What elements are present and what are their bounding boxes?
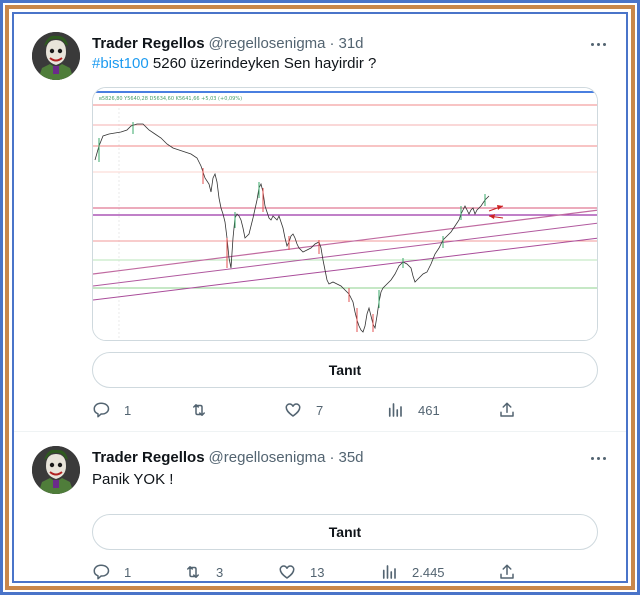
views-icon (380, 563, 398, 581)
reply-count: 1 (124, 564, 132, 580)
retweet-icon (190, 401, 208, 419)
separator-dot: · (329, 448, 335, 466)
reply-button[interactable]: 1 (92, 562, 132, 581)
chart-image[interactable]: ʙ5826,80 Y5640,28 D5634,60 K5641,66 +5,0… (92, 87, 598, 341)
author-handle[interactable]: @regellosenigma (209, 449, 326, 466)
timestamp[interactable]: 31d (339, 35, 364, 52)
promote-button[interactable]: Tanıt (92, 514, 598, 550)
tweet-header: Trader Regellos @regellosenigma · 35d (92, 447, 364, 467)
chart-ohlc-header: ʙ5826,80 Y5640,28 D5634,60 K5641,66 +5,0… (99, 96, 242, 102)
avatar[interactable] (32, 32, 80, 80)
views-count: 461 (418, 402, 440, 418)
share-button[interactable] (498, 562, 516, 581)
tweet[interactable]: Trader Regellos @regellosenigma · 31d #b… (14, 14, 626, 432)
like-button[interactable]: 13 (278, 562, 325, 581)
share-button[interactable] (498, 400, 516, 420)
tweet-feed: Trader Regellos @regellosenigma · 31d #b… (12, 12, 628, 583)
reply-button[interactable]: 1 (92, 400, 131, 420)
tweet-body: 5260 üzerindeyken Sen hayirdir ? (148, 55, 377, 72)
retweet-button[interactable]: 3 (184, 562, 224, 581)
separator-dot: · (329, 34, 335, 52)
author-name[interactable]: Trader Regellos (92, 35, 205, 52)
views-icon (386, 401, 404, 419)
share-icon (498, 563, 516, 581)
views-count: 2.445 (412, 564, 445, 580)
like-count: 7 (316, 402, 324, 418)
retweet-icon (184, 563, 202, 581)
author-handle[interactable]: @regellosenigma (209, 35, 326, 52)
retweet-button[interactable] (190, 400, 222, 420)
timestamp[interactable]: 35d (339, 449, 364, 466)
tweet-text: Panik YOK ! (92, 471, 173, 488)
tweet-actions: 1 7 461 (92, 400, 522, 420)
promote-button[interactable]: Tanıt (92, 352, 598, 388)
more-icon[interactable] (586, 34, 610, 54)
price-chart: ʙ5826,80 Y5640,28 D5634,60 K5641,66 +5,0… (93, 88, 597, 340)
heart-icon (278, 563, 296, 581)
like-count: 13 (310, 564, 325, 580)
tweet-text: #bist100 5260 üzerindeyken Sen hayirdir … (92, 55, 376, 72)
views-button[interactable]: 461 (386, 400, 440, 420)
more-icon[interactable] (586, 448, 610, 468)
author-name[interactable]: Trader Regellos (92, 449, 205, 466)
tweet[interactable]: Trader Regellos @regellosenigma · 35d Pa… (14, 432, 626, 581)
share-icon (498, 401, 516, 419)
like-button[interactable]: 7 (284, 400, 323, 420)
tweet-actions: 1 3 13 2.445 (92, 562, 522, 581)
reply-icon (92, 563, 110, 581)
hashtag-link[interactable]: #bist100 (92, 55, 149, 72)
retweet-count: 3 (216, 564, 224, 580)
heart-icon (284, 401, 302, 419)
reply-icon (92, 401, 110, 419)
reply-count: 1 (124, 402, 132, 418)
views-button[interactable]: 2.445 (380, 562, 445, 581)
tweet-body: Panik YOK ! (92, 471, 174, 488)
tweet-header: Trader Regellos @regellosenigma · 31d (92, 33, 364, 53)
avatar[interactable] (32, 446, 80, 494)
